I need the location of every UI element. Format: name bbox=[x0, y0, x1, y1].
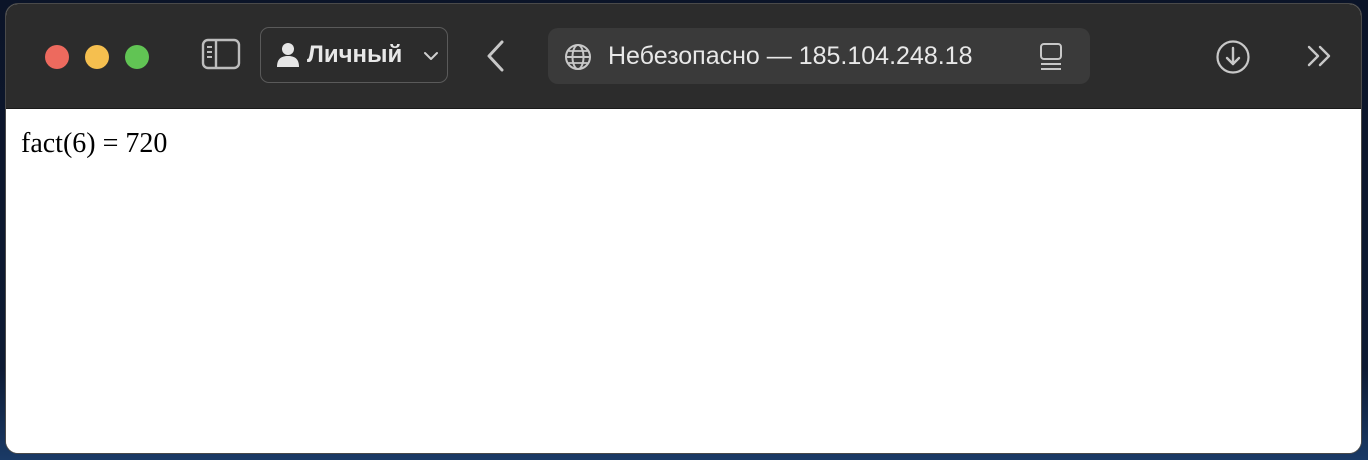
browser-window: Личный Небезопасно — 185.104.248.18 fact… bbox=[6, 4, 1361, 453]
back-button[interactable] bbox=[484, 40, 508, 77]
page-text: fact(6) = 720 bbox=[21, 128, 168, 159]
address-text: Небезопасно — 185.104.248.18 bbox=[608, 42, 973, 70]
sidebar-icon bbox=[201, 38, 241, 75]
person-icon bbox=[277, 42, 299, 73]
double-chevron-right-icon bbox=[1306, 45, 1334, 72]
profile-selector[interactable]: Личный bbox=[260, 27, 448, 83]
sidebar-toggle-button[interactable] bbox=[200, 38, 242, 75]
zoom-window-button[interactable] bbox=[125, 45, 149, 69]
minimize-window-button[interactable] bbox=[85, 45, 109, 69]
page-content: fact(6) = 720 bbox=[6, 109, 1361, 453]
browser-toolbar: Личный Небезопасно — 185.104.248.18 bbox=[6, 4, 1361, 109]
globe-icon bbox=[564, 43, 592, 76]
close-window-button[interactable] bbox=[45, 45, 69, 69]
downloads-button[interactable] bbox=[1215, 39, 1251, 80]
reader-icon[interactable] bbox=[1038, 42, 1064, 77]
chevron-down-icon bbox=[424, 48, 438, 66]
more-tools-button[interactable] bbox=[1306, 44, 1334, 73]
download-icon bbox=[1215, 40, 1251, 79]
profile-label: Личный bbox=[307, 41, 403, 68]
chevron-left-icon bbox=[484, 40, 508, 76]
address-bar[interactable]: Небезопасно — 185.104.248.18 bbox=[548, 28, 1090, 84]
